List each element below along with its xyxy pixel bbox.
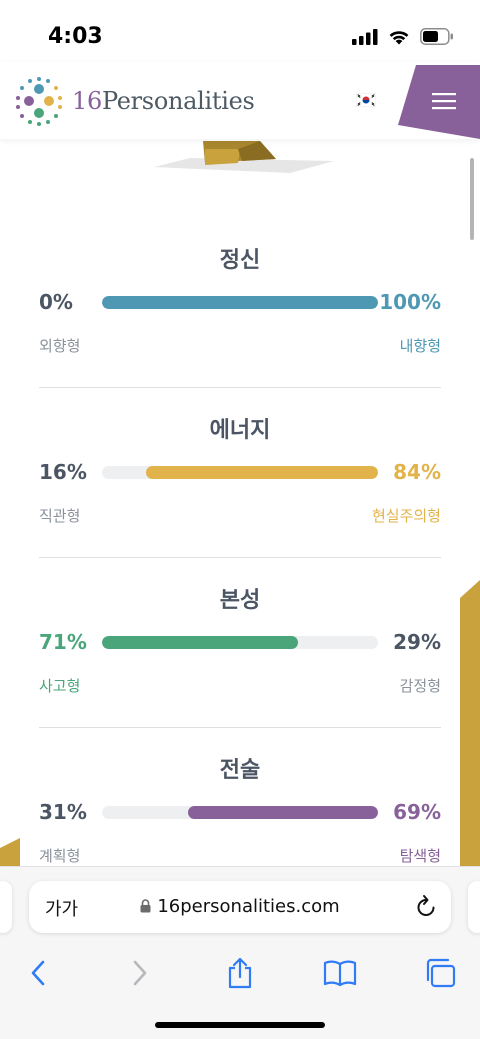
chevron-left-icon [31,960,45,986]
back-button[interactable] [18,953,58,993]
trait-left-percent: 16% [39,460,87,484]
trait-left-label: 직관형 [39,507,81,525]
lock-icon [140,899,151,913]
logo-dots-icon [16,77,62,126]
trait-left-percent: 31% [39,800,87,824]
status-icons [352,28,454,45]
wifi-icon [389,30,409,44]
trait-right-label: 탐색형 [399,847,441,865]
trait-left-percent: 71% [39,630,87,654]
site-header: 16Personalities [0,62,480,139]
book-icon [323,960,357,987]
trait-title: 에너지 [209,418,271,443]
trait-left-percent: 0% [39,290,73,314]
logo-word: Personalities [101,87,255,115]
reload-icon[interactable] [415,894,437,918]
trait-right-label: 내향형 [399,337,441,355]
trait-bar-fill [102,296,378,309]
trait-right-percent: 29% [393,630,441,654]
trait-bar-fill [146,466,378,479]
forward-button[interactable] [120,953,160,993]
url-display[interactable]: 16personalities.com [29,896,451,917]
logo[interactable]: 16Personalities [14,76,255,126]
share-icon [228,957,252,989]
trait-title: 전술 [219,758,261,783]
decorative-shape-left [0,838,20,868]
signal-icon [352,28,378,45]
trait-bar [102,466,378,479]
trait-bar [102,806,378,819]
trait-nature: 본성 71% 29% 사고형 감정형 [39,558,441,728]
trait-title: 본성 [219,588,261,613]
tabs-button[interactable] [420,953,460,993]
address-bar[interactable]: 가가 16personalities.com [29,881,451,933]
trait-right-label: 감정형 [399,677,441,695]
korea-flag-icon[interactable] [356,93,376,107]
trait-right-percent: 100% [379,290,441,314]
bookmarks-button[interactable] [320,953,360,993]
trait-energy: 에너지 16% 84% 직관형 현실주의형 [39,388,441,558]
trait-right-label: 현실주의형 [371,507,441,525]
trait-bar [102,636,378,649]
browser-toolbar: 가가 16personalities.com [0,866,480,1039]
trait-right-percent: 84% [393,460,441,484]
trait-bar-fill [102,636,298,649]
next-tab-card[interactable] [468,881,480,933]
chevron-right-icon [133,960,147,986]
share-button[interactable] [220,953,260,993]
url-text: 16personalities.com [157,896,340,917]
trait-right-percent: 69% [393,800,441,824]
tabs-icon [426,958,456,988]
status-time: 4:03 [48,24,103,49]
home-indicator [155,1022,325,1028]
status-bar: 4:03 [0,0,480,62]
trait-bar-fill [187,806,378,819]
trait-mind: 정신 0% 100% 외향형 내향형 [39,218,441,388]
logo-number: 16 [72,87,102,115]
hamburger-menu-icon[interactable] [398,62,480,139]
decorative-platform [154,141,334,173]
browser-nav-row [0,953,480,993]
decorative-shape-right [460,580,480,870]
trait-left-label: 계획형 [39,847,81,865]
trait-title: 정신 [219,248,261,273]
page-scrollbar[interactable] [470,158,474,240]
logo-text: 16Personalities [72,87,255,115]
trait-bar [102,296,378,309]
trait-list: 정신 0% 100% 외향형 내향형 에너지 16% 84% 직관형 현실주의형… [39,218,441,898]
previous-tab-card[interactable] [0,881,12,933]
battery-icon [420,28,453,45]
trait-left-label: 외향형 [39,337,81,355]
trait-left-label: 사고형 [39,677,81,695]
